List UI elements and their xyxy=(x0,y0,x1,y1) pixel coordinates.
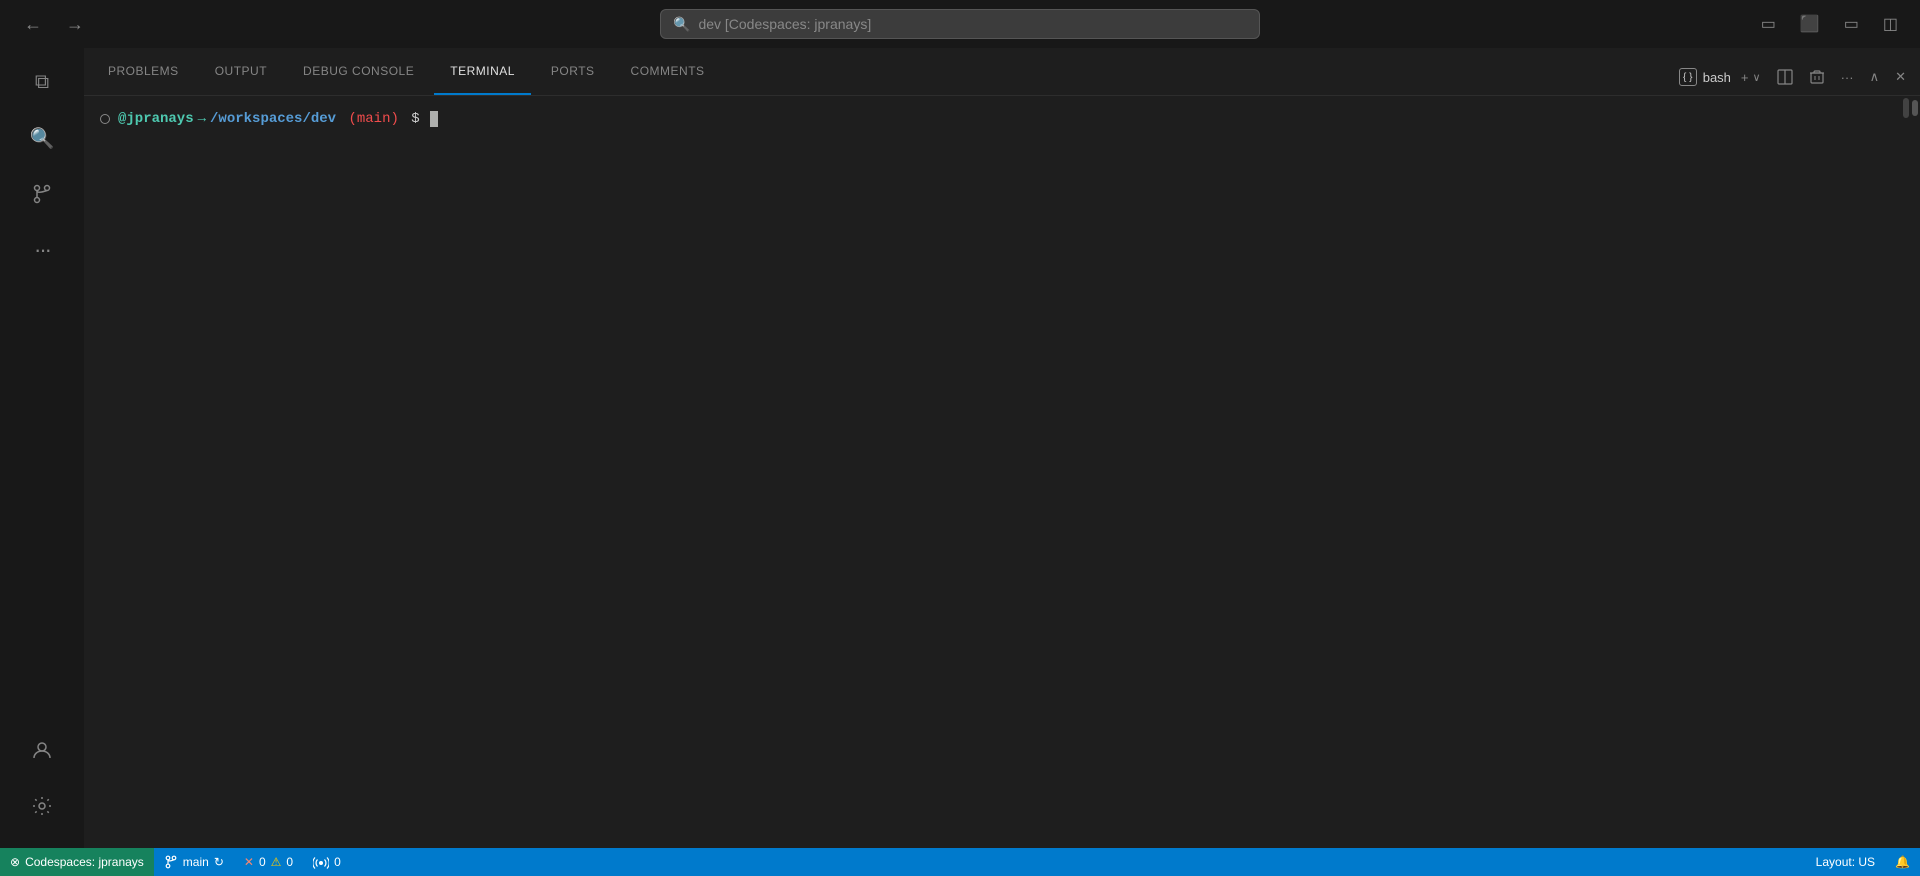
terminal-cursor xyxy=(430,111,438,127)
titlebar: ← → 🔍 dev [Codespaces: jpranays] ▭ ⬛ ▭ ◫ xyxy=(0,0,1920,48)
panel-area: PROBLEMS OUTPUT DEBUG CONSOLE TERMINAL P… xyxy=(84,48,1920,848)
sidebar-item-source-control[interactable] xyxy=(16,168,68,220)
main-layout: ⧉ 🔍 ··· xyxy=(0,48,1920,848)
statusbar: ⊗ Codespaces: jpranays main ↻ ✕ 0 ⚠ 0 xyxy=(0,848,1920,876)
panel-scrollbar[interactable] xyxy=(1910,96,1920,848)
terminal-arrow: → xyxy=(198,108,206,130)
split-icon xyxy=(1777,69,1793,85)
terminal-branch-name: main xyxy=(357,108,391,130)
search-icon: 🔍 xyxy=(673,16,690,33)
statusbar-errors[interactable]: ✕ 0 ⚠ 0 xyxy=(234,848,303,876)
source-control-icon xyxy=(31,183,53,205)
panel-tab-actions: { } bash + ∨ xyxy=(1679,65,1920,95)
terminal-scrollbar[interactable] xyxy=(1902,96,1910,848)
more-actions-button[interactable]: ··· xyxy=(1835,66,1860,89)
terminal-branch-paren-close: ) xyxy=(390,108,398,130)
sidebar-item-search[interactable]: 🔍 xyxy=(16,112,68,164)
panel-scroll-thumb xyxy=(1912,100,1918,116)
layout-label: Layout: US xyxy=(1816,855,1875,869)
tab-debug-console[interactable]: DEBUG CONSOLE xyxy=(287,48,430,95)
tab-output[interactable]: OUTPUT xyxy=(199,48,283,95)
toggle-panel-button[interactable]: ⬛ xyxy=(1794,10,1826,38)
tab-terminal[interactable]: TERMINAL xyxy=(434,48,531,95)
statusbar-left: ⊗ Codespaces: jpranays main ↻ ✕ 0 ⚠ 0 xyxy=(0,848,351,876)
warning-icon: ⚠ xyxy=(271,855,282,869)
search-bar[interactable]: 🔍 dev [Codespaces: jpranays] xyxy=(660,9,1260,39)
terminal-scrollbar-thumb xyxy=(1903,98,1909,118)
terminal-content[interactable]: @jpranays → /workspaces/dev ( main ) $ xyxy=(84,96,1910,848)
sync-icon: ↻ xyxy=(214,855,224,869)
warning-count: 0 xyxy=(286,855,293,869)
terminal-wrapper: @jpranays → /workspaces/dev ( main ) $ xyxy=(84,96,1920,848)
terminal-path: /workspaces/dev xyxy=(210,108,336,130)
toggle-primary-sidebar-button[interactable]: ▭ xyxy=(1755,10,1782,38)
bash-text: bash xyxy=(1703,70,1731,85)
codespace-label: Codespaces: jpranays xyxy=(25,855,144,869)
activity-bar-bottom xyxy=(16,724,68,840)
tab-comments[interactable]: COMMENTS xyxy=(615,48,721,95)
split-terminal-button[interactable] xyxy=(1771,65,1799,89)
sidebar-item-account[interactable] xyxy=(16,724,68,776)
back-button[interactable]: ← xyxy=(16,10,50,39)
add-terminal-button[interactable]: + ∨ xyxy=(1735,66,1767,89)
statusbar-right: Layout: US 🔔 xyxy=(1806,848,1920,876)
tab-problems[interactable]: PROBLEMS xyxy=(92,48,195,95)
broadcast-count: 0 xyxy=(334,855,341,869)
statusbar-codespace[interactable]: ⊗ Codespaces: jpranays xyxy=(0,848,154,876)
notification-icon: 🔔 xyxy=(1895,855,1910,869)
titlebar-actions: ▭ ⬛ ▭ ◫ xyxy=(1755,10,1904,38)
sidebar-item-extensions[interactable]: ··· xyxy=(16,224,68,276)
bash-label: { } bash xyxy=(1679,68,1731,86)
terminal-prompt-symbol: $ xyxy=(403,108,428,130)
copy-icon: ⧉ xyxy=(35,71,49,94)
trash-icon xyxy=(1809,69,1825,85)
customize-layout-button[interactable]: ◫ xyxy=(1877,10,1904,38)
tab-ports[interactable]: PORTS xyxy=(535,48,611,95)
activity-bar: ⧉ 🔍 ··· xyxy=(0,48,84,848)
panel-close-button[interactable]: ✕ xyxy=(1889,65,1912,89)
add-icon: + xyxy=(1741,70,1749,85)
codespace-icon: ⊗ xyxy=(10,855,20,869)
error-icon: ✕ xyxy=(244,855,254,869)
search-icon: 🔍 xyxy=(30,126,55,151)
branch-label: main xyxy=(183,855,209,869)
account-icon xyxy=(31,739,53,761)
titlebar-nav: ← → xyxy=(16,10,92,39)
panel-tabs: PROBLEMS OUTPUT DEBUG CONSOLE TERMINAL P… xyxy=(84,48,1920,96)
terminal-branch-paren-open: ( xyxy=(348,108,356,130)
terminal-line: @jpranays → /workspaces/dev ( main ) $ xyxy=(100,108,1894,130)
search-text: dev [Codespaces: jpranays] xyxy=(698,16,871,32)
branch-icon xyxy=(164,855,178,869)
statusbar-notification[interactable]: 🔔 xyxy=(1885,848,1920,876)
bash-icon: { } xyxy=(1679,68,1697,86)
sidebar-item-explorer[interactable]: ⧉ xyxy=(16,56,68,108)
terminal-dot xyxy=(100,114,110,124)
chevron-down-icon: ∨ xyxy=(1753,71,1761,84)
terminal-branch-open xyxy=(340,108,348,130)
sidebar-item-settings[interactable] xyxy=(16,780,68,832)
broadcast-icon xyxy=(313,855,329,869)
terminal-user: @jpranays xyxy=(118,108,194,130)
statusbar-broadcast[interactable]: 0 xyxy=(303,848,351,876)
statusbar-layout[interactable]: Layout: US xyxy=(1806,848,1885,876)
toggle-secondary-sidebar-button[interactable]: ▭ xyxy=(1838,10,1865,38)
kill-terminal-button[interactable] xyxy=(1803,65,1831,89)
error-count: 0 xyxy=(259,855,266,869)
forward-button[interactable]: → xyxy=(58,10,92,39)
settings-icon xyxy=(31,795,53,817)
statusbar-branch[interactable]: main ↻ xyxy=(154,848,234,876)
panel-collapse-button[interactable]: ∧ xyxy=(1864,65,1886,89)
